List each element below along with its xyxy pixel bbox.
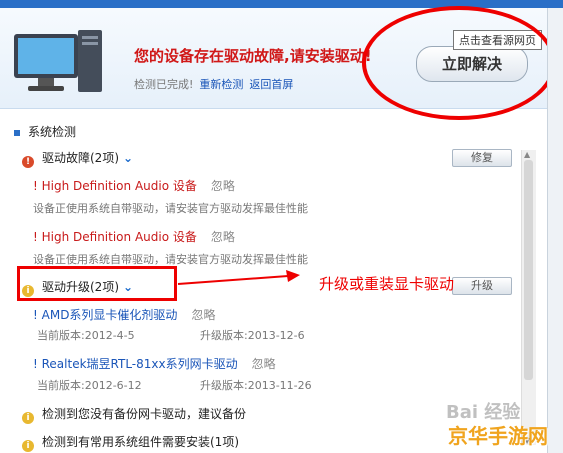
- info-icon: i: [22, 440, 34, 452]
- scrollbar[interactable]: ▲ ▼: [521, 150, 536, 445]
- annotation-highlight-box: [17, 266, 177, 301]
- back-home-link[interactable]: 返回首屏: [249, 78, 293, 91]
- scan-complete-text: 检测已完成!: [134, 78, 194, 91]
- current-version: 当前版本:2012-4-5: [37, 329, 135, 342]
- list-item: ! High Definition Audio 设备 忽略: [33, 177, 235, 194]
- item-description: 设备正使用系统自带驱动，请安装官方驱动发挥最佳性能: [33, 202, 308, 215]
- window-right-edge: [547, 8, 563, 453]
- recheck-link[interactable]: 重新检测: [199, 78, 243, 91]
- device-name: ! High Definition Audio 设备: [33, 230, 197, 244]
- computer-icon: [14, 30, 102, 92]
- ignore-link[interactable]: 忽略: [191, 308, 215, 322]
- list-item: ! AMD系列显卡催化剂驱动 忽略: [33, 306, 215, 323]
- driver-fault-warning: 您的设备存在驱动故障,请安装驱动!: [134, 47, 372, 65]
- list-item: ! High Definition Audio 设备 忽略: [33, 228, 235, 245]
- bullet-icon: [14, 129, 20, 136]
- scroll-up-icon[interactable]: ▲: [524, 150, 530, 159]
- status-line: 检测已完成! 重新检测 返回首屏: [134, 76, 293, 92]
- notice-row: i 检测到有常用系统组件需要安装(1项): [22, 433, 239, 452]
- system-check-title: 系统检测: [14, 123, 76, 140]
- device-name: ! High Definition Audio 设备: [33, 179, 197, 193]
- current-version: 当前版本:2012-6-12: [37, 379, 142, 392]
- annotation-ellipse: [362, 6, 556, 120]
- notice-text: 检测到您没有备份网卡驱动，建议备份: [42, 407, 247, 421]
- upgrade-version: 升级版本:2013-12-6: [200, 329, 305, 342]
- item-description: 设备正使用系统自带驱动，请安装官方驱动发挥最佳性能: [33, 253, 308, 266]
- ignore-link[interactable]: 忽略: [211, 230, 235, 244]
- driver-name-link[interactable]: ! Realtek瑞昱RTL-81xx系列网卡驱动: [33, 357, 238, 371]
- repair-button[interactable]: 修复: [452, 149, 512, 167]
- fault-group-label: 驱动故障(2项): [42, 151, 119, 165]
- site-watermark: 京华手游网: [448, 424, 548, 448]
- notice-row: i 检测到您没有备份网卡驱动，建议备份: [22, 405, 246, 424]
- error-icon: !: [22, 156, 34, 168]
- ignore-link[interactable]: 忽略: [252, 357, 276, 371]
- driver-name-link[interactable]: ! AMD系列显卡催化剂驱动: [33, 308, 177, 322]
- list-item: ! Realtek瑞昱RTL-81xx系列网卡驱动 忽略: [33, 355, 276, 372]
- info-icon: i: [22, 412, 34, 424]
- fault-group-row[interactable]: ! 驱动故障(2项) ⌄: [22, 149, 133, 168]
- scroll-thumb[interactable]: [524, 160, 533, 380]
- upgrade-version: 升级版本:2013-11-26: [200, 379, 312, 392]
- annotation-arrow-icon: [177, 270, 300, 285]
- chevron-down-icon[interactable]: ⌄: [123, 151, 133, 165]
- annotation-text: 升级或重装显卡驱动: [319, 275, 455, 293]
- upgrade-button[interactable]: 升级: [452, 277, 512, 295]
- notice-text: 检测到有常用系统组件需要安装(1项): [42, 435, 239, 449]
- ignore-link[interactable]: 忽略: [211, 179, 235, 193]
